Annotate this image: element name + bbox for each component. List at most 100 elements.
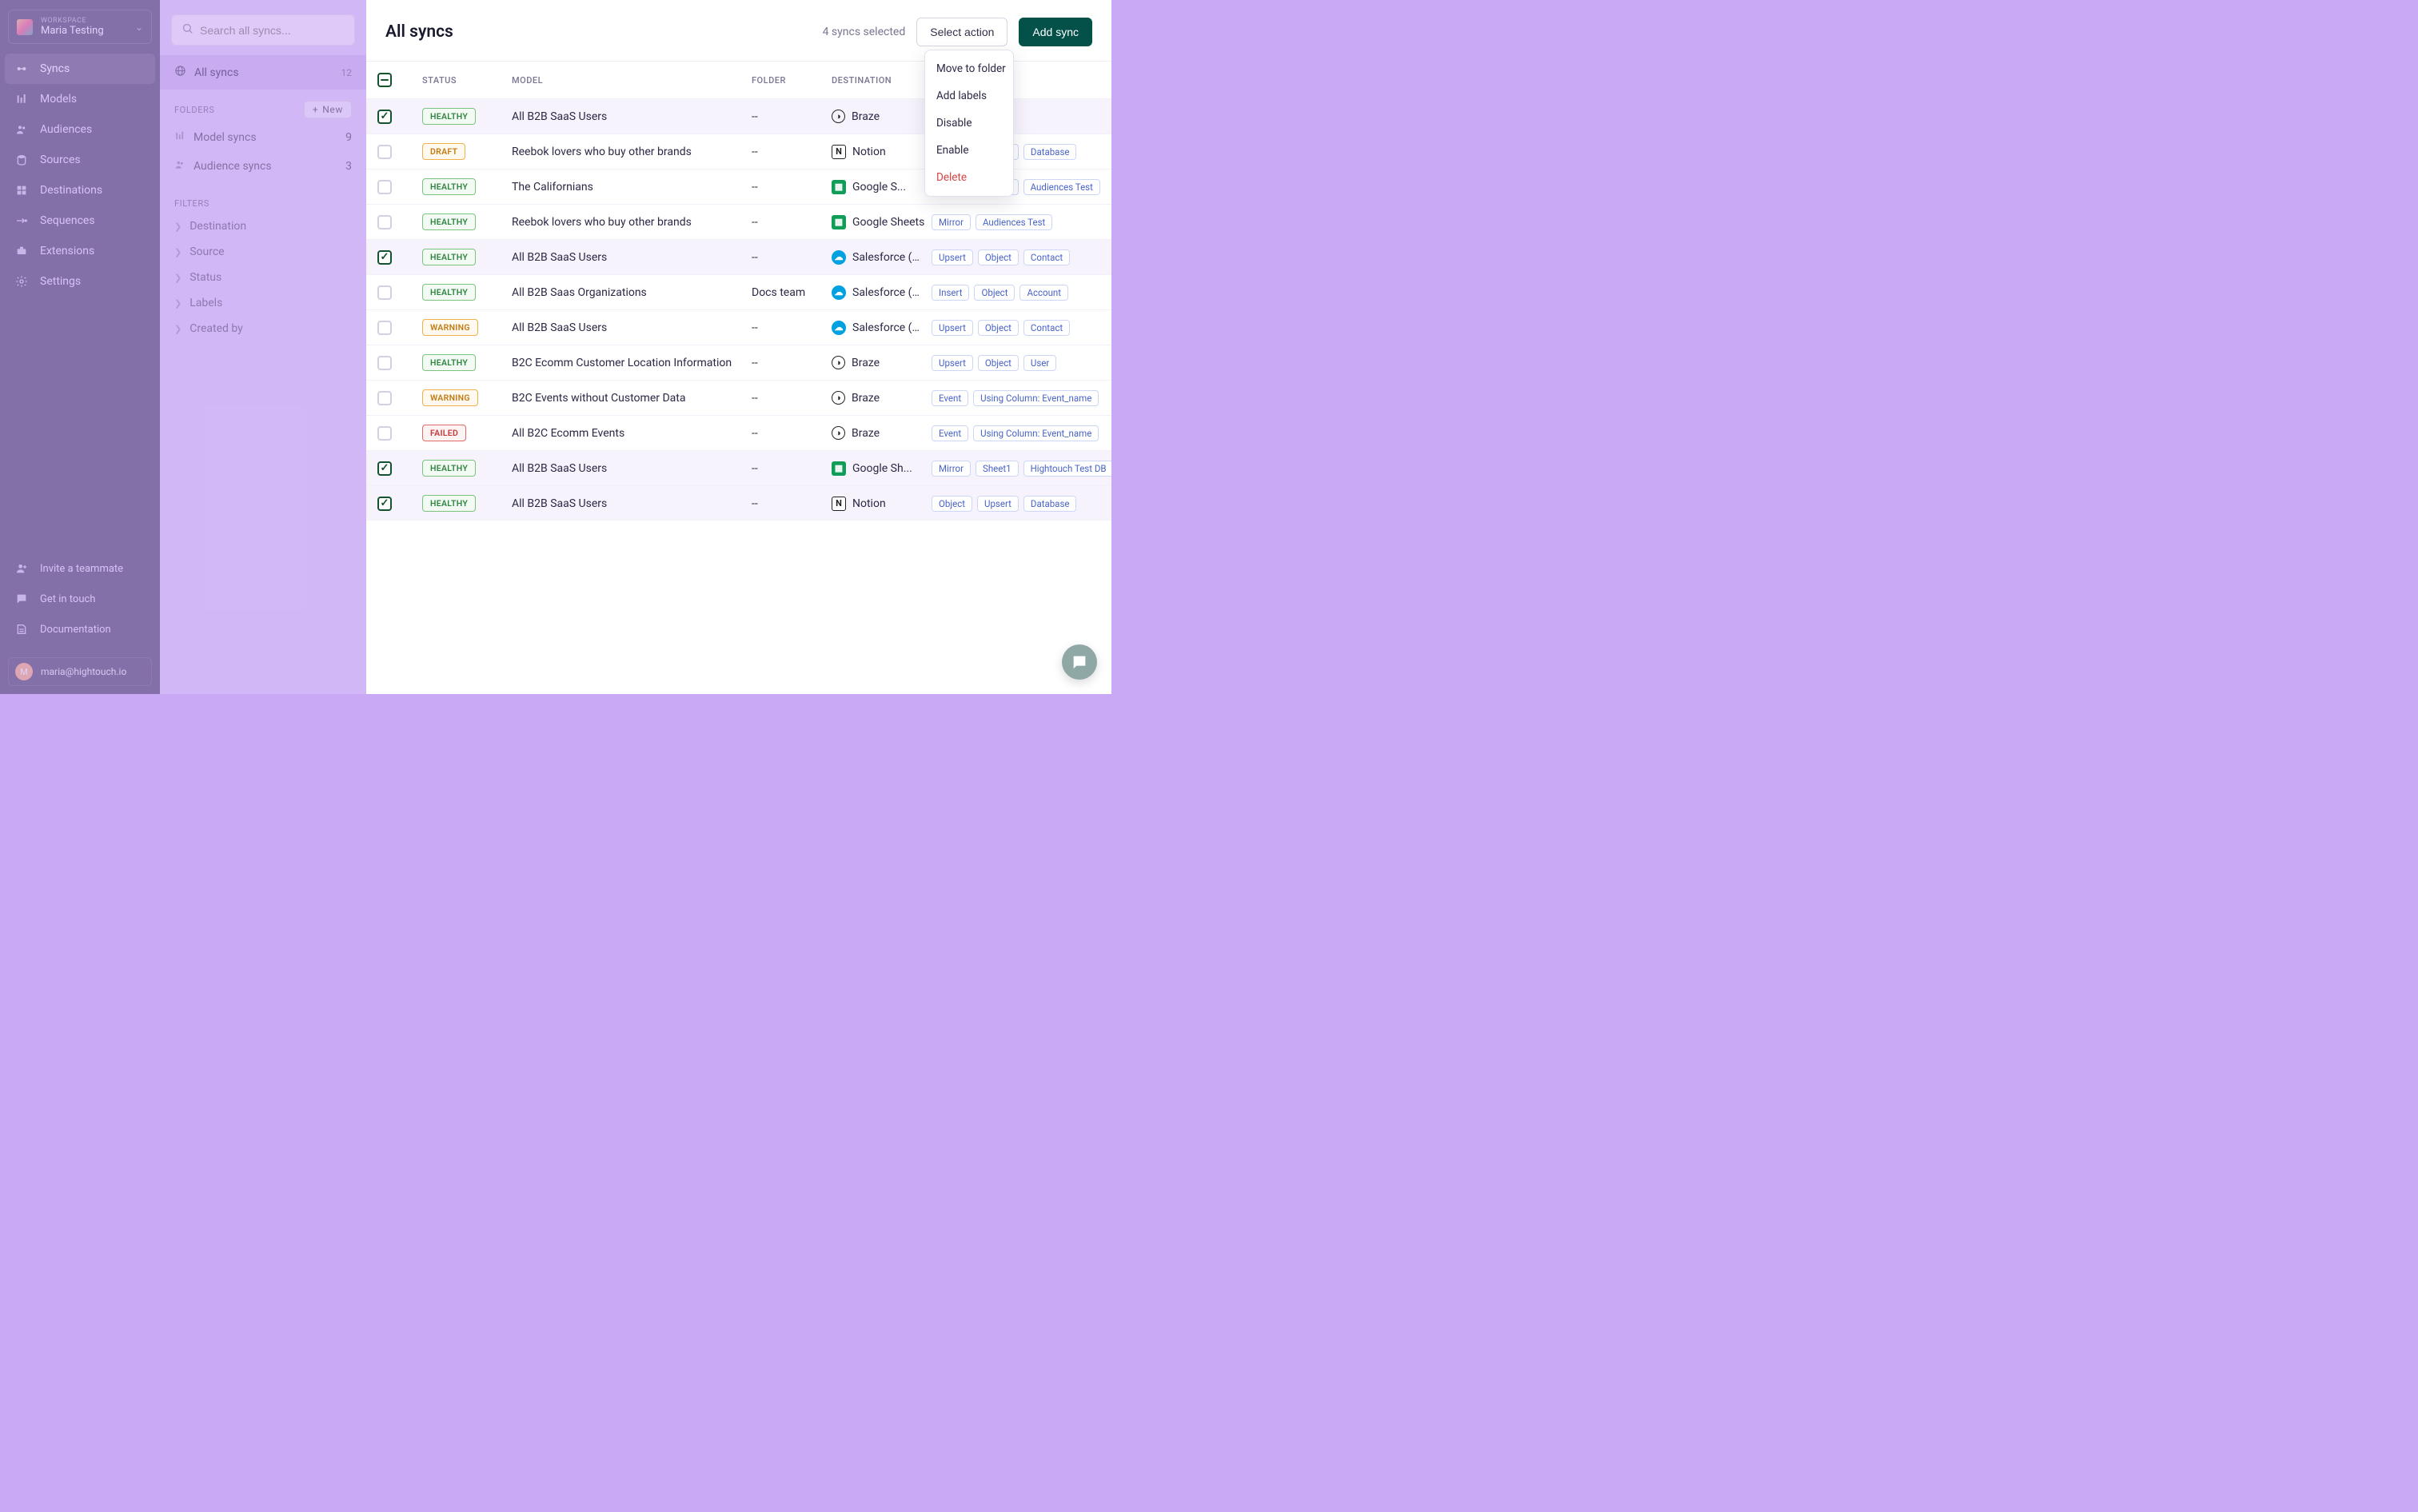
menu-disable[interactable]: Disable [925, 110, 1013, 137]
status-badge: DRAFT [422, 143, 465, 160]
filter-labels[interactable]: ❯Labels [160, 290, 366, 316]
nav-sequences[interactable]: Sequences [5, 205, 155, 236]
table-row[interactable]: HEALTHYReebok lovers who buy other brand… [366, 204, 1111, 239]
nav-sync[interactable]: Syncs [5, 54, 155, 84]
destination-name: Notion [852, 146, 886, 158]
new-folder-button[interactable]: + New [304, 101, 352, 118]
row-checkbox[interactable] [377, 391, 392, 405]
plus-icon: + [313, 104, 318, 115]
filter-status[interactable]: ❯Status [160, 265, 366, 290]
row-checkbox[interactable] [377, 426, 392, 441]
audiences-icon [14, 122, 29, 137]
row-checkbox[interactable] [377, 180, 392, 194]
status-badge: HEALTHY [422, 108, 476, 125]
select-all-checkbox[interactable] [377, 73, 392, 87]
table-row[interactable]: WARNINGAll B2B SaaS Users--☁Salesforce (… [366, 309, 1111, 345]
select-action-button[interactable]: Select action [916, 18, 1008, 46]
avatar: M [15, 663, 33, 680]
nav-models[interactable]: Models [5, 84, 155, 114]
menu-enable[interactable]: Enable [925, 137, 1013, 164]
tag: Upsert [932, 355, 973, 371]
folder-name: -- [752, 427, 832, 440]
left-nav: WORKSPACE Maria Testing ⌄ SyncsModelsAud… [0, 0, 160, 694]
tag: Event [932, 425, 968, 441]
row-checkbox[interactable] [377, 321, 392, 335]
salesforce-icon: ☁ [832, 250, 846, 265]
folder-name: -- [752, 251, 832, 264]
nav-chat[interactable]: Get in touch [5, 584, 155, 614]
nav-invite[interactable]: Invite a teammate [5, 553, 155, 584]
filter-created-by[interactable]: ❯Created by [160, 316, 366, 341]
col-status: STATUS [422, 75, 512, 86]
row-checkbox[interactable] [377, 461, 392, 476]
row-checkbox[interactable] [377, 285, 392, 300]
docs-icon [14, 622, 29, 636]
row-checkbox[interactable] [377, 250, 392, 265]
workspace-switcher[interactable]: WORKSPACE Maria Testing ⌄ [8, 10, 152, 44]
model-name: The Californians [512, 181, 752, 193]
table-row[interactable]: HEALTHYAll B2B SaaS Users--☁Salesforce (… [366, 239, 1111, 274]
status-badge: HEALTHY [422, 178, 476, 195]
tag: Hightouch Test DB [1023, 461, 1111, 477]
main-content: All syncs 4 syncs selected Select action… [366, 0, 1111, 694]
nav-extensions[interactable]: Extensions [5, 236, 155, 266]
col-model: MODEL [512, 75, 752, 86]
tags: UpsertObjectContact [932, 249, 1070, 265]
tag: Insert [932, 285, 969, 301]
menu-move-to-folder[interactable]: Move to folder [925, 55, 1013, 82]
status-badge: WARNING [422, 319, 478, 336]
destination-name: Google S... [852, 181, 906, 193]
table-row[interactable]: HEALTHYAll B2B Saas OrganizationsDocs te… [366, 274, 1111, 309]
table-row[interactable]: HEALTHYAll B2B SaaS Users--▦Google Sh...… [366, 450, 1111, 485]
nav-settings[interactable]: Settings [5, 266, 155, 297]
sync-icon [14, 62, 29, 76]
add-sync-button[interactable]: Add sync [1019, 18, 1092, 46]
menu-add-labels[interactable]: Add labels [925, 82, 1013, 110]
table-row[interactable]: HEALTHYAll B2B SaaS Users--NNotionObject… [366, 485, 1111, 521]
destination-name: Salesforce (Maria D... [852, 286, 925, 299]
model-name: Reebok lovers who buy other brands [512, 146, 752, 158]
folder-type-icon [174, 159, 186, 174]
tag: Using Column: Event_name [973, 425, 1099, 441]
search-input[interactable] [200, 24, 345, 37]
status-badge: HEALTHY [422, 213, 476, 230]
search-box[interactable] [171, 14, 355, 46]
table-row[interactable]: HEALTHYB2C Ecomm Customer Location Infor… [366, 345, 1111, 380]
all-syncs-count: 12 [341, 67, 353, 78]
row-checkbox[interactable] [377, 145, 392, 159]
tags: InsertObjectAccount [932, 285, 1068, 301]
nav-sources[interactable]: Sources [5, 145, 155, 175]
menu-delete[interactable]: Delete [925, 164, 1013, 191]
nav-docs[interactable]: Documentation [5, 614, 155, 644]
chevron-right-icon: ❯ [174, 298, 182, 309]
model-name: All B2B Saas Organizations [512, 286, 752, 299]
table-row[interactable]: FAILEDAll B2C Ecomm Events--◑BrazeEventU… [366, 415, 1111, 450]
filter-source[interactable]: ❯Source [160, 239, 366, 265]
row-checkbox[interactable] [377, 497, 392, 511]
tags: MirrorSheet1Hightouch Test DB [932, 461, 1111, 477]
nav-audiences[interactable]: Audiences [5, 114, 155, 145]
chevron-down-icon: ⌄ [135, 22, 143, 33]
folder-item[interactable]: Model syncs9 [160, 123, 366, 152]
tag: Mirror [932, 461, 971, 477]
intercom-button[interactable] [1062, 644, 1097, 680]
filter-destination[interactable]: ❯Destination [160, 213, 366, 239]
destination-name: Notion [852, 497, 886, 510]
folder-item[interactable]: Audience syncs3 [160, 152, 366, 181]
folder-name: -- [752, 110, 832, 123]
tag: User [1023, 355, 1056, 371]
selected-count: 4 syncs selected [823, 26, 906, 38]
folder-name: -- [752, 392, 832, 405]
braze-icon: ◑ [832, 356, 845, 369]
row-checkbox[interactable] [377, 215, 392, 229]
tag: Object [974, 285, 1015, 301]
row-checkbox[interactable] [377, 110, 392, 124]
table-row[interactable]: WARNINGB2C Events without Customer Data-… [366, 380, 1111, 415]
nav-destinations[interactable]: Destinations [5, 175, 155, 205]
tag: Audiences Test [1023, 179, 1100, 195]
all-syncs-row[interactable]: All syncs 12 [160, 55, 366, 90]
model-name: All B2B SaaS Users [512, 497, 752, 510]
salesforce-icon: ☁ [832, 321, 846, 335]
user-menu[interactable]: M maria@hightouch.io [8, 657, 152, 686]
row-checkbox[interactable] [377, 356, 392, 370]
